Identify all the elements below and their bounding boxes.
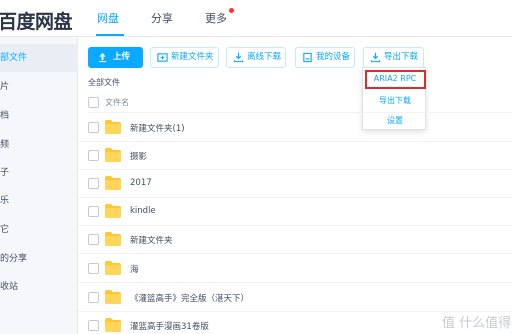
row-checkbox[interactable] [88,320,99,331]
select-all-checkbox[interactable] [88,97,99,108]
offline-download-button[interactable]: 离线下载 [226,47,286,68]
folder-icon [105,204,121,218]
device-icon [303,52,312,63]
file-row[interactable]: 2017 [78,170,512,198]
file-name[interactable]: 新建文件夹 [130,234,173,246]
file-name[interactable]: 摄影 [130,150,147,162]
file-name[interactable]: kindle [130,206,156,216]
folder-icon [105,290,121,304]
breadcrumb[interactable]: 全部文件 [88,77,120,88]
export-download-icon [370,52,381,63]
row-checkbox[interactable] [88,178,99,189]
nav-netdisk[interactable]: 网盘 [97,10,119,26]
upload-label: 上传 [113,52,131,62]
download-icon [233,52,244,63]
sidebar-item-videos[interactable]: 频 [0,131,78,159]
top-header: 百度网盘 网盘 分享 更多 [0,0,512,37]
file-row[interactable]: 新建文件夹(1) [78,114,512,142]
row-checkbox[interactable] [88,150,99,161]
active-nav-indicator [96,34,124,36]
sidebar-item-documents[interactable]: 档 [0,102,78,130]
file-name[interactable]: 新建文件夹(1) [130,122,185,134]
row-checkbox[interactable] [88,206,99,217]
sidebar-item-my-shares[interactable]: 的分享 [0,245,78,273]
sidebar-item-images[interactable]: 片 [0,73,78,101]
folder-icon [105,176,121,190]
file-list-header: 文件名 [88,93,512,113]
my-devices-label: 我的设备 [316,52,351,62]
export-download-label: 导出下载 [384,52,419,62]
sidebar: 部文件 片 档 频 子 乐 它 的分享 收站 [0,37,78,334]
folder-icon [105,318,121,332]
sidebar-item-seeds[interactable]: 子 [0,159,78,187]
folder-icon [105,261,121,275]
export-download-button[interactable]: 导出下载 [363,47,424,68]
file-row[interactable]: 《灌篮高手》完全版（湛天下） [78,284,512,312]
upload-button[interactable]: 上传 [88,47,143,68]
upload-icon [98,52,107,63]
nav-more[interactable]: 更多 [205,10,227,26]
folder-icon [105,148,121,162]
offline-download-label: 离线下载 [247,52,282,62]
file-name[interactable]: 灌篮高手漫画31卷版 [130,320,209,332]
file-row[interactable]: kindle [78,198,512,226]
nav-share[interactable]: 分享 [151,10,173,26]
folder-icon [105,232,121,246]
notification-dot [229,8,234,13]
sidebar-item-recycle-bin[interactable]: 收站 [0,273,78,301]
row-checkbox[interactable] [88,292,99,303]
file-name[interactable]: 《灌篮高手》完全版（湛天下） [130,292,249,304]
file-row[interactable]: 新建文件夹 [78,226,512,254]
row-checkbox[interactable] [88,122,99,133]
column-filename[interactable]: 文件名 [105,97,129,108]
menu-item-aria2-rpc[interactable]: ARIA2 RPC [363,74,427,83]
file-row[interactable]: 海 [78,255,512,283]
sidebar-item-music[interactable]: 乐 [0,187,78,215]
file-row[interactable]: 摄影 [78,142,512,170]
sidebar-item-other[interactable]: 它 [0,216,78,244]
row-checkbox[interactable] [88,263,99,274]
sidebar-item-all-files[interactable]: 部文件 [0,44,78,72]
app-logo[interactable]: 百度网盘 [0,7,73,34]
file-name[interactable]: 2017 [130,178,152,188]
new-folder-icon [157,53,168,62]
folder-icon [105,120,121,134]
file-name[interactable]: 海 [130,263,139,275]
new-folder-label: 新建文件夹 [171,52,214,62]
row-checkbox[interactable] [88,234,99,245]
watermark: 值 什么值得买 [442,316,512,331]
new-folder-button[interactable]: 新建文件夹 [150,47,219,68]
my-devices-button[interactable]: 我的设备 [295,47,355,68]
